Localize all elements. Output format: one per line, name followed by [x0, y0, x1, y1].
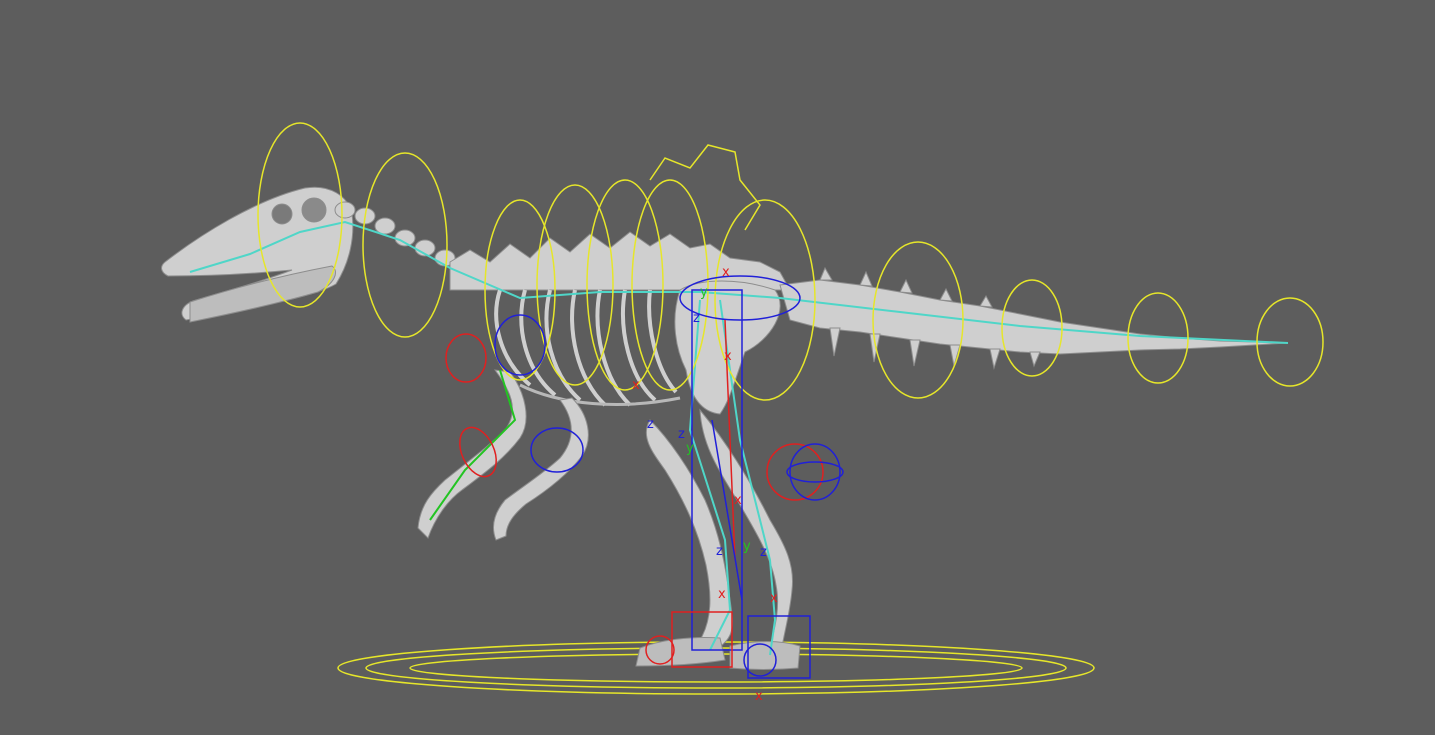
axis-label-y: y — [700, 285, 708, 300]
rig-scene[interactable]: x y z x x z z y x z y z x x x — [0, 0, 1435, 735]
fk-spine-controls[interactable] — [257, 122, 1324, 401]
axis-label-z: z — [693, 311, 700, 326]
right-foot — [729, 641, 801, 670]
skull-fenestra — [301, 197, 327, 223]
tail-vertebrae — [779, 266, 1289, 370]
right-arm — [492, 397, 589, 541]
axis-label-x: x — [722, 265, 730, 280]
axis-label-x: x — [632, 378, 640, 393]
axis-label-z: z — [678, 427, 685, 442]
shoulder-control[interactable] — [445, 333, 487, 383]
axis-label-z: z — [760, 545, 767, 560]
3d-viewport[interactable]: x y z x x z z y x z y z x x x — [0, 0, 1435, 735]
axis-label-y: y — [686, 441, 694, 456]
hip-pole-red[interactable] — [766, 443, 824, 501]
axis-label-x: x — [724, 349, 732, 364]
cog-control[interactable] — [649, 144, 761, 231]
skull-orbit — [271, 203, 293, 225]
axis-label-y: y — [743, 539, 751, 554]
hip-pole-blue-2[interactable] — [786, 461, 844, 483]
axis-label-z: z — [716, 544, 723, 559]
axis-label-x: x — [755, 689, 763, 704]
axis-label-z: z — [647, 417, 654, 432]
axis-label-x: x — [734, 493, 742, 508]
axis-label-x: x — [770, 591, 778, 606]
axis-label-x: x — [718, 587, 726, 602]
dorsal-spines — [449, 231, 791, 291]
